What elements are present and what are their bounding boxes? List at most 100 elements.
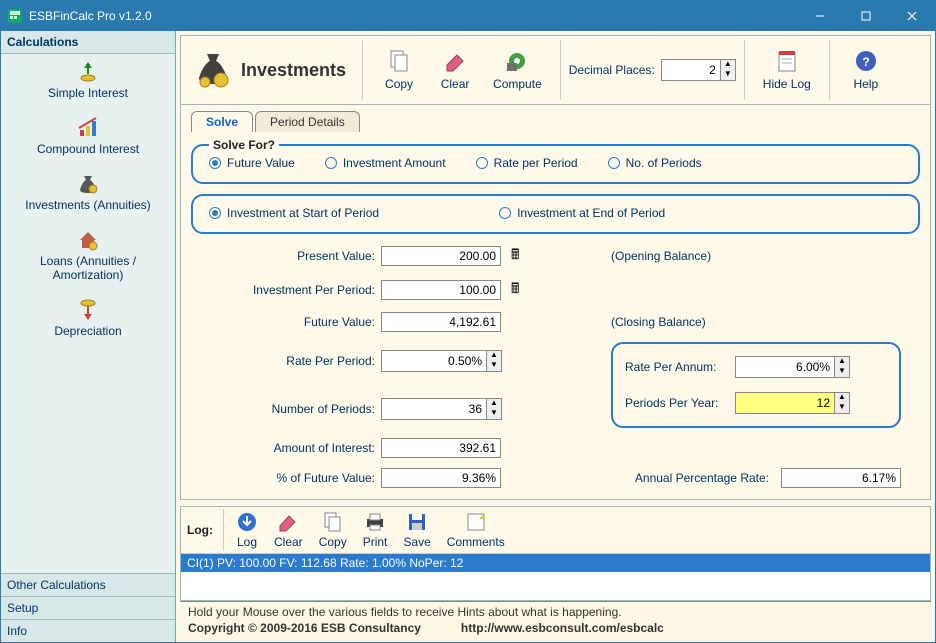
save-icon [406,511,428,533]
investment-per-period-input[interactable] [381,280,501,300]
log-button[interactable]: Log [228,509,266,551]
eraser-icon [277,511,299,533]
radio-future-value[interactable]: Future Value [209,156,295,170]
radio-label: Investment Amount [343,156,446,170]
present-value-label: Present Value: [191,249,381,263]
money-up-icon [5,60,171,84]
radio-no-of-periods[interactable]: No. of Periods [608,156,702,170]
rate-per-annum-input[interactable] [735,356,835,378]
log-save-button[interactable]: Save [395,509,438,551]
opening-balance-hint: (Opening Balance) [611,249,901,263]
amount-of-interest-input[interactable] [381,438,501,458]
spin-down[interactable]: ▼ [835,367,849,377]
spin-down[interactable]: ▼ [487,361,501,371]
printer-icon [364,511,386,533]
close-button[interactable] [889,1,935,31]
sidebar-item-label: Loans (Annuities / Amortization) [5,254,171,282]
log-panel: Log: Log Clear Copy Print Save Comments … [180,506,931,601]
button-label: Print [363,535,388,549]
log-empty-area[interactable] [181,572,930,600]
number-of-periods-label: Number of Periods: [191,402,381,416]
solve-for-legend: Solve For? [209,138,279,152]
moneybag-icon [5,172,171,196]
solve-for-group: Solve For? Future Value Investment Amoun… [191,138,920,184]
button-label: Clear [274,535,303,549]
sidebar-item-depreciation[interactable]: Depreciation [1,292,175,348]
status-hint: Hold your Mouse over the various fields … [188,605,923,619]
radio-end-of-period[interactable]: Investment at End of Period [499,206,665,220]
button-label: Clear [441,77,470,91]
spin-down[interactable]: ▼ [835,403,849,413]
decimal-places-label: Decimal Places: [569,63,655,77]
app-icon [7,8,23,24]
tab-solve[interactable]: Solve [191,111,253,132]
future-value-label: Future Value: [191,315,381,329]
radio-start-of-period[interactable]: Investment at Start of Period [209,206,379,220]
radio-rate-per-period[interactable]: Rate per Period [476,156,578,170]
periods-per-year-input[interactable] [735,392,835,414]
sidebar-item-simple-interest[interactable]: Simple Interest [1,54,175,110]
titlebar: ESBFinCalc Pro v1.2.0 [1,1,935,31]
sidebar-item-label: Compound Interest [5,142,171,156]
help-icon: ? [854,49,878,73]
sidebar-item-label: Simple Interest [5,86,171,100]
clear-button[interactable]: Clear [427,47,483,93]
money-down-icon [5,298,171,322]
button-label: Comments [447,535,505,549]
annum-panel: Rate Per Annum: ▲▼ Periods Per Year: ▲▼ [611,342,901,428]
notepad-icon [775,49,799,73]
investment-per-period-label: Investment Per Period: [191,283,381,297]
hide-log-button[interactable]: Hide Log [753,47,821,93]
calculator-icon[interactable]: 🖩 [511,278,551,302]
accordion-info[interactable]: Info [1,619,175,642]
status-copyright: Copyright © 2009-2016 ESB Consultancy [188,621,421,635]
spin-down[interactable]: ▼ [721,70,735,80]
button-label: Copy [385,77,413,91]
gear-icon [505,49,529,73]
statusbar: Hold your Mouse over the various fields … [180,601,931,638]
periods-per-year-label: Periods Per Year: [625,396,735,410]
log-copy-button[interactable]: Copy [311,509,355,551]
present-value-input[interactable] [381,246,501,266]
rate-per-annum-label: Rate Per Annum: [625,360,735,374]
log-entry[interactable]: CI(1) PV: 100.00 FV: 112.68 Rate: 1.00% … [181,554,930,572]
radio-label: Rate per Period [494,156,578,170]
closing-balance-hint: (Closing Balance) [611,315,901,329]
radio-label: Investment at Start of Period [227,206,379,220]
accordion-setup[interactable]: Setup [1,596,175,619]
radio-label: Investment at End of Period [517,206,665,220]
copy-icon [322,511,344,533]
sidebar-item-label: Depreciation [5,324,171,338]
pct-future-value-input[interactable] [381,468,501,488]
house-coin-icon [5,228,171,252]
radio-investment-amount[interactable]: Investment Amount [325,156,446,170]
page-title: Investments [241,60,346,81]
accordion-other-calculations[interactable]: Other Calculations [1,573,175,596]
investment-timing-group: Investment at Start of Period Investment… [191,194,920,234]
tab-period-details[interactable]: Period Details [255,111,360,132]
sidebar-item-label: Investments (Annuities) [5,198,171,212]
sidebar-item-investments[interactable]: Investments (Annuities) [1,166,175,222]
future-value-input[interactable] [381,312,501,332]
calculator-icon[interactable]: 🖩 [511,244,551,268]
copy-button[interactable]: Copy [371,47,427,93]
apr-input[interactable] [781,468,901,488]
log-clear-button[interactable]: Clear [266,509,311,551]
number-of-periods-input[interactable] [381,398,487,420]
compute-button[interactable]: Compute [483,47,552,93]
copy-icon [387,49,411,73]
window-title: ESBFinCalc Pro v1.2.0 [29,9,797,23]
rate-per-period-input[interactable] [381,350,487,372]
spin-down[interactable]: ▼ [487,409,501,419]
log-print-button[interactable]: Print [355,509,396,551]
button-label: Save [403,535,430,549]
log-comments-button[interactable]: Comments [439,509,513,551]
decimal-places-input[interactable] [661,59,721,81]
help-button[interactable]: ? Help [838,47,894,93]
sidebar-item-compound-interest[interactable]: Compound Interest [1,110,175,166]
log-label: Log: [187,509,224,551]
maximize-button[interactable] [843,1,889,31]
pct-future-value-label: % of Future Value: [191,471,381,485]
minimize-button[interactable] [797,1,843,31]
sidebar-item-loans[interactable]: Loans (Annuities / Amortization) [1,222,175,292]
